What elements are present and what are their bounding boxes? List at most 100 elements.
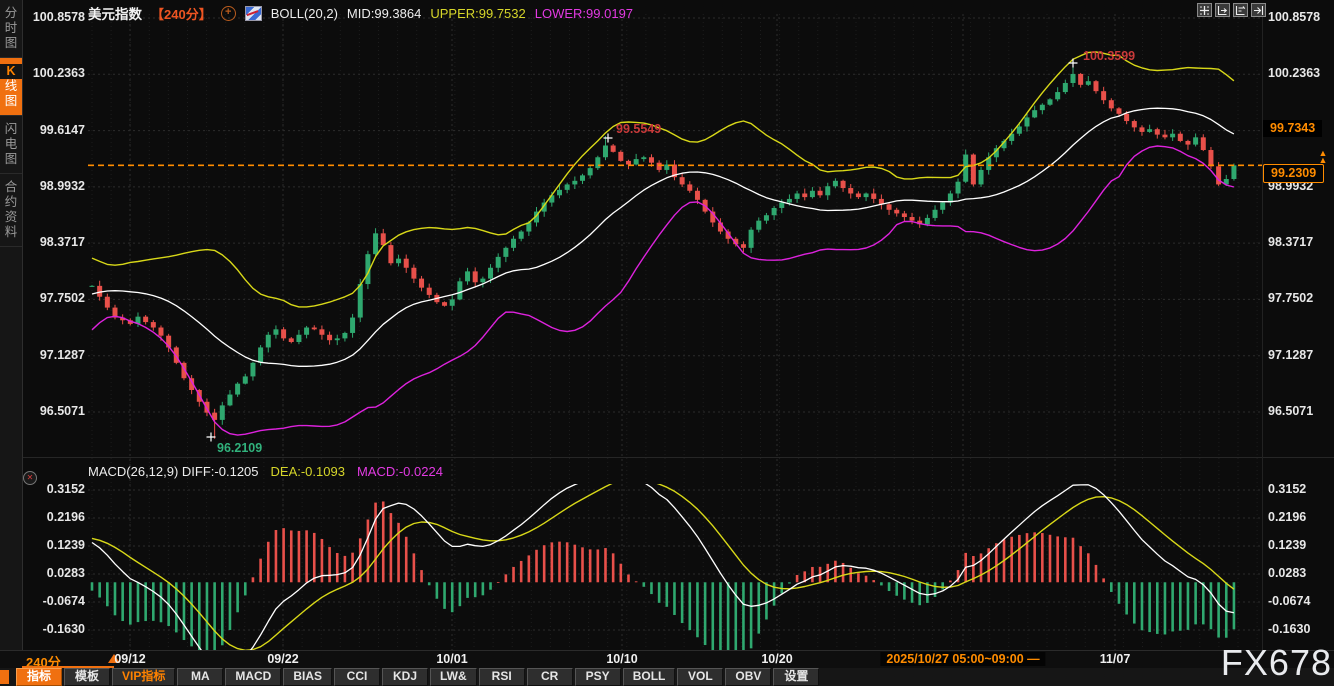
sidebar-tab-char: 时 — [5, 21, 18, 36]
price-annotation-2: 96.2109 — [217, 441, 262, 455]
indicator-button-VOL[interactable]: VOL — [677, 668, 723, 686]
sidebar-tab-char: 图 — [5, 152, 18, 167]
boll-mid-value: MID:99.3864 — [347, 6, 421, 21]
macd-panel-close-icon[interactable]: ✕ — [23, 471, 37, 485]
zoom-x-axis-icon[interactable] — [1215, 3, 1230, 17]
price-axis-label-right-0: 100.8578 — [1268, 10, 1320, 24]
toolbar-left-accent — [0, 670, 9, 684]
indicator-button-指标[interactable]: 指标 — [16, 668, 62, 686]
trading-app-window: 美元指数 【240分】 + BOLL(20,2) MID:99.3864 UPP… — [0, 0, 1334, 686]
chart-type-icon[interactable] — [245, 6, 262, 21]
boll-lower-value: LOWER:99.0197 — [535, 6, 633, 21]
price-axis-label-right-4: 97.7502 — [1268, 291, 1313, 305]
price-annotation-0: 99.5549 — [616, 122, 661, 136]
macd-axis-label-right-3: 0.0283 — [1268, 566, 1306, 580]
sidebar-tab-char: 闪 — [5, 122, 18, 137]
boll-upper-value: UPPER:99.7532 — [430, 6, 525, 21]
macd-axis-label-right-0: 0.3152 — [1268, 482, 1306, 496]
period-badge: 【240分】 — [151, 4, 212, 23]
price-axis-label-left-3: 98.9932 — [27, 179, 85, 193]
sidebar-tab-char: 电 — [5, 137, 18, 152]
macd-axis-label-left-4: -0.0674 — [27, 594, 85, 608]
macd-axis-label-left-2: 0.1239 — [27, 538, 85, 552]
indicator-button-BOLL[interactable]: BOLL — [623, 668, 676, 686]
price-annotation-1: 100.3599 — [1083, 49, 1135, 63]
indicator-button-VIP指标[interactable]: VIP指标 — [112, 668, 175, 686]
zoom-y-axis-icon[interactable] — [1233, 3, 1248, 17]
indicator-button-模板[interactable]: 模板 — [64, 668, 110, 686]
macd-layer — [91, 469, 1236, 671]
macd-value: MACD:-0.0224 — [357, 464, 443, 479]
sidebar-tab-K线图[interactable]: K线图 — [0, 58, 22, 116]
price-axis-label-left-2: 99.6147 — [27, 123, 85, 137]
macd-axis-label-left-3: 0.0283 — [27, 566, 85, 580]
price-axis-label-left-6: 97.1287 — [27, 348, 85, 362]
indicator-button-CR[interactable]: CR — [527, 668, 573, 686]
macd-axis-label-right-5: -0.1630 — [1268, 622, 1310, 636]
date-tick-label: 09/22 — [267, 652, 298, 666]
date-tick-label: 11/07 — [1100, 652, 1131, 666]
indicator-button-PSY[interactable]: PSY — [575, 668, 621, 686]
sidebar-tab-合约资料[interactable]: 合约资料 — [0, 174, 22, 247]
price-up-arrow-icon: ▲ ▲ — [1316, 150, 1330, 164]
price-tag-current: 99.2309 — [1263, 164, 1324, 183]
price-axis-label-left-5: 97.7502 — [27, 291, 85, 305]
price-extreme-cross-icon — [604, 134, 613, 143]
price-axis-label-left-7: 96.5071 — [27, 404, 85, 418]
price-axis-label-left-1: 100.2363 — [27, 66, 85, 80]
price-tag-band: 99.7343 — [1263, 120, 1322, 137]
indicator-button-MACD[interactable]: MACD — [225, 668, 281, 686]
macd-axis-label-right-1: 0.2196 — [1268, 510, 1306, 524]
active-period-underline — [22, 666, 114, 668]
sidebar-tab-char: 图 — [5, 36, 18, 51]
macd-axis-label-left-5: -0.1630 — [27, 622, 85, 636]
indicator-button-KDJ[interactable]: KDJ — [382, 668, 428, 686]
indicator-toolbar: 指标模板VIP指标MAMACDBIASCCIKDJLW&RSICRPSYBOLL… — [0, 668, 1334, 686]
indicator-button-CCI[interactable]: CCI — [334, 668, 380, 686]
indicator-button-OBV[interactable]: OBV — [725, 668, 771, 686]
price-axis-label-left-0: 100.8578 — [27, 10, 85, 24]
sidebar-tab-char: 料 — [5, 225, 18, 240]
sidebar-tab-闪电图[interactable]: 闪电图 — [0, 116, 22, 174]
crosshair-icon[interactable] — [1197, 3, 1212, 17]
chart-canvas[interactable] — [0, 0, 1334, 686]
price-axis-label-right-5: 97.1287 — [1268, 348, 1313, 362]
sidebar-tab-char: 约 — [5, 195, 18, 210]
sidebar-tab-char: 分 — [5, 6, 18, 21]
macd-axis-label-left-0: 0.3152 — [27, 482, 85, 496]
indicator-button-LW&[interactable]: LW& — [430, 668, 477, 686]
date-tick-label: 09/12 — [114, 652, 145, 666]
sidebar-tab-char: 图 — [5, 94, 18, 109]
date-tick-label: 10/10 — [606, 652, 637, 666]
macd-header: MACD(26,12,9) DIFF:-0.1205 DEA:-0.1093 M… — [88, 464, 443, 479]
macd-axis-label-right-4: -0.0674 — [1268, 594, 1310, 608]
add-indicator-icon[interactable]: + — [221, 6, 236, 21]
pan-right-icon[interactable] — [1251, 3, 1266, 17]
sidebar-tab-char: 线 — [5, 79, 18, 94]
price-axis-label-right-1: 100.2363 — [1268, 66, 1320, 80]
chart-control-icons — [1197, 3, 1266, 17]
left-sidebar: 分时图K线图闪电图合约资料 — [0, 0, 23, 650]
indicator-button-RSI[interactable]: RSI — [479, 668, 525, 686]
date-tick-label: 10/20 — [761, 652, 792, 666]
price-axis-label-left-4: 98.3717 — [27, 235, 85, 249]
price-axis-label-right-3: 98.3717 — [1268, 235, 1313, 249]
date-tick-label: 10/01 — [436, 652, 467, 666]
price-extreme-cross-icon — [1069, 59, 1078, 68]
sidebar-tab-分时图[interactable]: 分时图 — [0, 0, 22, 58]
fx678-watermark: FX678 — [1221, 643, 1332, 683]
boll-param-label: BOLL(20,2) — [271, 6, 338, 21]
grid-layer — [22, 14, 1334, 650]
indicator-button-设置[interactable]: 设置 — [773, 668, 819, 686]
price-axis-label-right-6: 96.5071 — [1268, 404, 1313, 418]
sidebar-tab-char: 合 — [5, 180, 18, 195]
macd-axis-label-right-2: 0.1239 — [1268, 538, 1306, 552]
indicator-button-BIAS[interactable]: BIAS — [283, 668, 332, 686]
macd-axis-label-left-1: 0.2196 — [27, 510, 85, 524]
symbol-name: 美元指数 — [88, 3, 142, 23]
sidebar-tab-char: 资 — [5, 210, 18, 225]
candles-layer — [90, 63, 1237, 439]
indicator-button-MA[interactable]: MA — [177, 668, 223, 686]
hovered-bar-datetime-label: 2025/10/27 05:00~09:00 — — [880, 652, 1045, 666]
chart-header: 美元指数 【240分】 + BOLL(20,2) MID:99.3864 UPP… — [88, 3, 633, 23]
